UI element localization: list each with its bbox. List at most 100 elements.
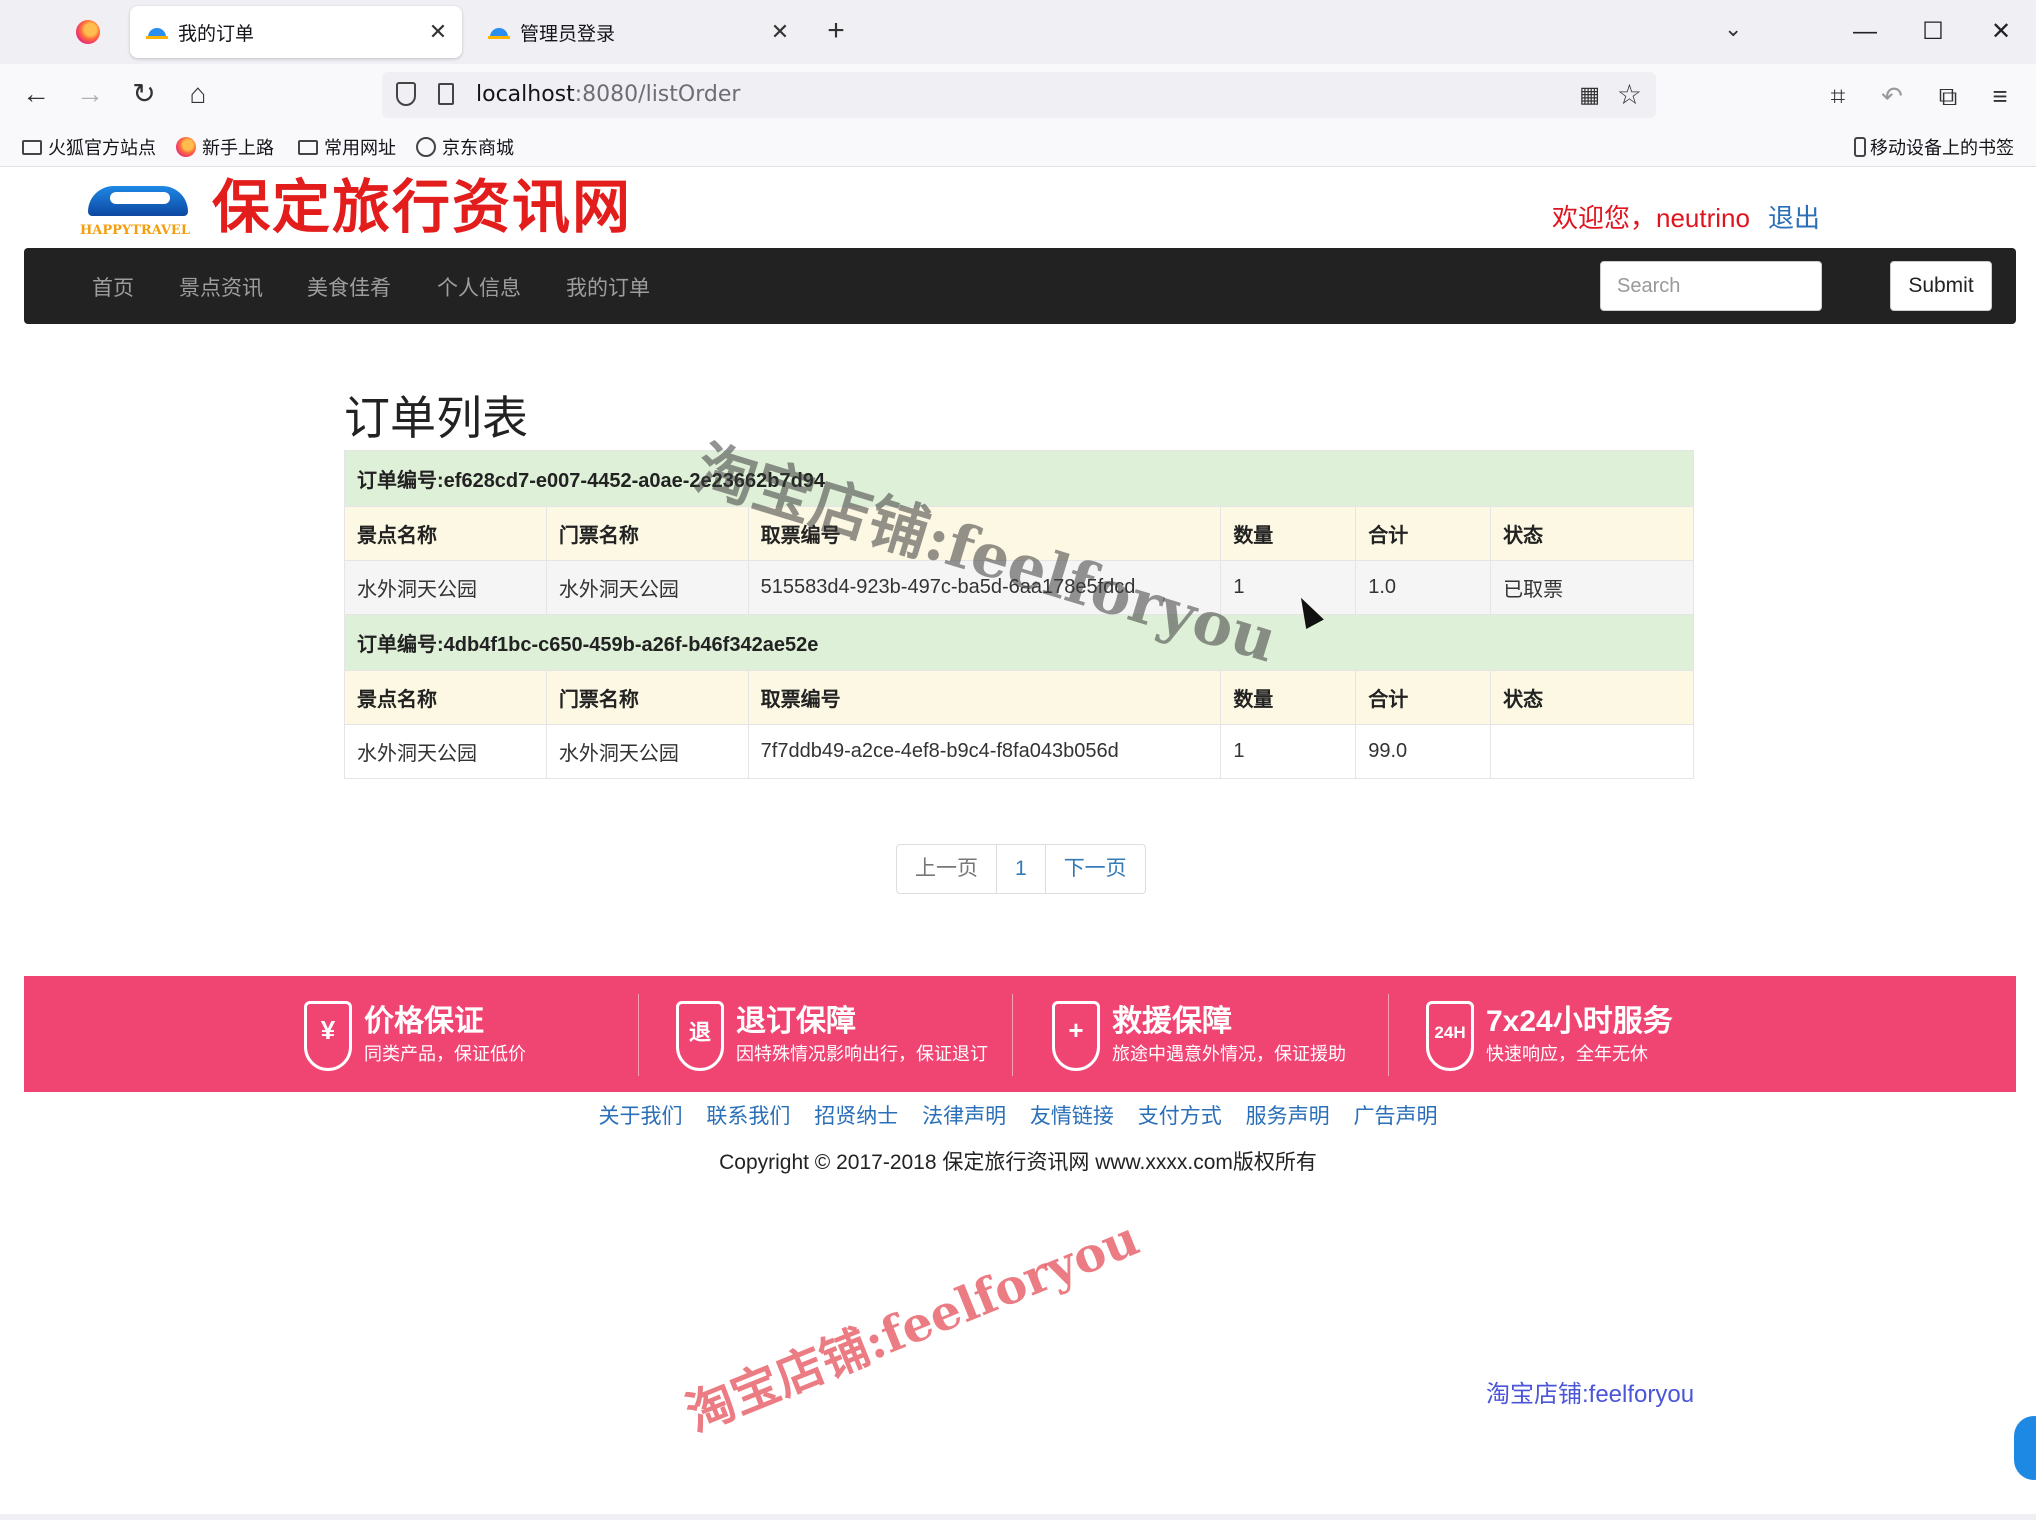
feature-refund: 退 退订保障 因特殊情况影响出行，保证退订: [676, 996, 988, 1076]
footer-link-payment[interactable]: 支付方式: [1138, 1105, 1222, 1128]
icon-symbol: ¥: [320, 1015, 336, 1045]
col-header: 数量: [1220, 670, 1357, 725]
welcome-text: 欢迎您，neutrino: [1552, 203, 1750, 233]
window-bottom-border: [0, 1514, 2036, 1520]
floating-widget-button[interactable]: [2014, 1416, 2036, 1480]
footer-link-about[interactable]: 关于我们: [599, 1105, 683, 1128]
phone-icon: [1854, 137, 1866, 157]
nav-attractions[interactable]: 景点资讯: [179, 272, 263, 302]
bookmark-item[interactable]: 火狐官方站点: [22, 134, 156, 160]
site-navbar: 首页 景点资讯 美食佳肴 个人信息 我的订单 Search Submit: [24, 248, 2016, 324]
divider: [1012, 994, 1013, 1076]
submit-button[interactable]: Submit: [1890, 261, 1992, 311]
reload-icon[interactable]: ↻: [124, 74, 164, 114]
footer-link-service[interactable]: 服务声明: [1246, 1105, 1330, 1128]
address-bar[interactable]: localhost:8080/listOrder ▦ ☆: [382, 72, 1656, 118]
24h-shield-icon: 24H: [1426, 1001, 1474, 1071]
nav-food[interactable]: 美食佳肴: [307, 272, 391, 302]
footer-link-legal[interactable]: 法律声明: [922, 1105, 1006, 1128]
nav-home[interactable]: 首页: [92, 272, 134, 302]
bookmark-star-icon[interactable]: ☆: [1617, 78, 1642, 111]
col-header: 景点名称: [344, 670, 547, 725]
col-header: 门票名称: [545, 670, 749, 725]
forward-arrow-icon[interactable]: →: [70, 74, 110, 114]
back-arrow-icon[interactable]: ←: [16, 74, 56, 114]
watermark: 淘宝店铺:feelforyou: [678, 1210, 1147, 1444]
close-tab-icon[interactable]: ✕: [422, 20, 454, 45]
page-info-icon[interactable]: [438, 83, 454, 105]
minimize-icon[interactable]: —: [1840, 12, 1890, 52]
url-host: localhost: [476, 82, 575, 107]
next-page-button[interactable]: 下一页: [1046, 845, 1145, 893]
col-header: 合计: [1355, 670, 1492, 725]
watermark: 淘宝店铺:feelforyou: [1486, 1381, 1695, 1408]
bookmark-label: 新手上路: [202, 138, 274, 159]
site-logo[interactable]: HAPPYTRAVEL 保定旅行资讯网: [70, 176, 632, 238]
screenshot-crop-icon[interactable]: ⌗: [1818, 76, 1858, 116]
nav-my-orders[interactable]: 我的订单: [566, 272, 650, 302]
logo-text: HAPPYTRAVEL: [80, 223, 190, 238]
firefox-icon: [76, 20, 100, 44]
bookmark-item[interactable]: 新手上路: [176, 134, 274, 160]
guarantee-band: ¥ 价格保证 同类产品，保证低价 退 退订保障 因特殊情况影响出行，保证退订 + 救…: [24, 976, 2016, 1092]
bookmark-label: 移动设备上的书签: [1870, 138, 2014, 159]
table-header-row: 景点名称 门票名称 取票编号 数量 合计 状态: [344, 670, 1694, 725]
footer-link-jobs[interactable]: 招贤纳士: [814, 1105, 898, 1128]
hamburger-menu-icon[interactable]: ≡: [1980, 76, 2020, 116]
page-number-button[interactable]: 1: [997, 845, 1046, 893]
feature-sub: 快速响应，全年无休: [1486, 1044, 1648, 1064]
feature-title: 救援保障: [1112, 1005, 1232, 1038]
cell-ticket: 水外洞天公园: [545, 724, 749, 779]
footer-links: 关于我们 联系我们 招贤纳士 法律声明 友情链接 支付方式 服务声明 广告声明: [0, 1100, 2036, 1130]
bookmark-label: 火狐官方站点: [48, 138, 156, 159]
folder-icon: [22, 139, 42, 155]
firefox-view-button[interactable]: [60, 14, 116, 50]
page-title: 订单列表: [344, 392, 528, 444]
browser-toolbar: ← → ↻ ⌂ localhost:8080/listOrder ▦ ☆ ⌗ ↶…: [0, 64, 2036, 126]
list-tabs-chevron-icon[interactable]: ⌄: [1724, 16, 1742, 42]
yen-shield-icon: ¥: [304, 1001, 352, 1071]
feature-title: 退订保障: [736, 1005, 856, 1038]
search-input[interactable]: Search: [1600, 261, 1822, 311]
site-title: 保定旅行资讯网: [212, 173, 633, 241]
footer-link-contact[interactable]: 联系我们: [706, 1105, 790, 1128]
feature-sub: 同类产品，保证低价: [364, 1044, 526, 1064]
home-icon[interactable]: ⌂: [178, 74, 218, 114]
col-header: 合计: [1355, 506, 1492, 561]
divider: [638, 994, 639, 1076]
prev-page-button[interactable]: 上一页: [897, 845, 997, 893]
feature-title: 价格保证: [364, 1005, 484, 1038]
bookmark-item[interactable]: 京东商城: [416, 134, 514, 160]
window-close-icon[interactable]: ✕: [1976, 12, 2026, 52]
divider: [1388, 994, 1389, 1076]
col-header: 状态: [1490, 506, 1694, 561]
nav-profile[interactable]: 个人信息: [437, 272, 521, 302]
col-header: 景点名称: [344, 506, 547, 561]
footer-link-friends[interactable]: 友情链接: [1030, 1105, 1114, 1128]
bookmark-item[interactable]: 常用网址: [298, 134, 396, 160]
maximize-icon[interactable]: ☐: [1908, 12, 1958, 52]
order-number: 订单编号:4db4f1bc-c650-459b-a26f-b46f342ae52…: [344, 614, 1694, 671]
cell-status: [1490, 724, 1694, 779]
tab-admin-login[interactable]: 管理员登录 ✕: [472, 6, 804, 58]
refund-shield-icon: 退: [676, 1001, 724, 1071]
tracking-shield-icon[interactable]: [396, 82, 416, 106]
icon-symbol: 24H: [1434, 1023, 1466, 1042]
undo-icon[interactable]: ↶: [1872, 76, 1912, 116]
url-text[interactable]: localhost:8080/listOrder: [476, 82, 740, 107]
close-tab-icon[interactable]: ✕: [764, 20, 796, 45]
qr-code-icon[interactable]: ▦: [1579, 82, 1600, 108]
mobile-bookmarks[interactable]: 移动设备上的书签: [1854, 134, 2014, 160]
extensions-icon[interactable]: ⧉: [1928, 76, 1968, 116]
tab-my-orders[interactable]: 我的订单 ✕: [130, 6, 462, 58]
cell-ticket: 水外洞天公园: [545, 560, 749, 615]
firefox-icon: [176, 137, 196, 157]
footer-link-ads[interactable]: 广告声明: [1353, 1105, 1437, 1128]
logout-link[interactable]: 退出: [1768, 198, 1820, 235]
orders-table: 订单编号:ef628cd7-e007-4452-a0ae-2e23662b7d9…: [344, 450, 1694, 779]
col-header: 数量: [1220, 506, 1357, 561]
col-header: 取票编号: [747, 670, 1222, 725]
new-tab-button[interactable]: +: [818, 14, 854, 50]
icon-symbol: 退: [688, 1020, 711, 1045]
cell-status: 已取票: [1490, 560, 1694, 615]
